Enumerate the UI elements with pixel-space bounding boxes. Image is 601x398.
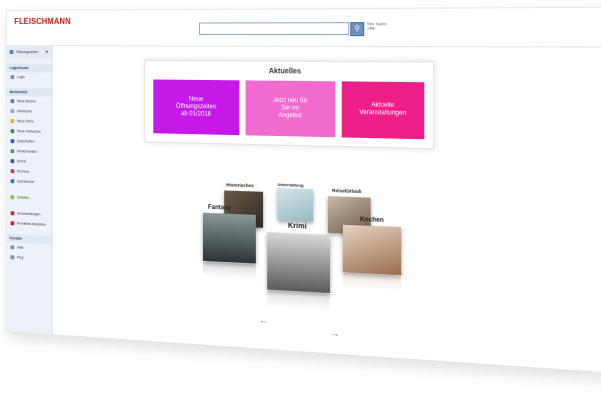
tile-veranstaltungen[interactable]: Aktuelle Veranstaltungen: [341, 81, 425, 140]
sidebar-item-label: Romane: [17, 169, 30, 174]
sidebar: Öffnungszeiten ▼ Login/Konto Login Medie…: [6, 45, 53, 335]
cover-kochen[interactable]: [342, 224, 402, 276]
cover-krimi[interactable]: [267, 232, 331, 293]
sidebar-item-label: Fernleihe Anmelden: [17, 221, 47, 227]
tile-neu-im-angebot[interactable]: Jetzt neu für Sie im Angebot: [245, 80, 336, 138]
carousel-label-historisches: Historisches: [226, 182, 254, 189]
sidebar-item-label: Krimis: [17, 159, 27, 164]
help-link[interactable]: Hilfe: [367, 26, 386, 30]
cover-unterhaltung[interactable]: [277, 188, 314, 222]
tile-label: Neue Öffnungszeiten ab 01/2018: [175, 95, 217, 118]
tile-label: Aktuelle Veranstaltungen: [359, 102, 407, 117]
sidebar-item-label: Neue Hörbücher: [17, 129, 41, 134]
tile-neue-oeffnungszeiten[interactable]: Neue Öffnungszeiten ab 01/2018: [153, 79, 240, 136]
cover-fantasy-reflection: [202, 261, 256, 280]
newspaper-icon: [10, 139, 15, 144]
arrow-left-icon[interactable]: ←: [259, 314, 268, 325]
tile-label: Jetzt neu für Sie im Angebot: [272, 97, 308, 119]
clock-icon: [9, 49, 14, 54]
cover-carousel: Historisches Unterhaltung Reise/Urlaub F…: [52, 45, 601, 339]
search-button[interactable]: ⚲: [350, 22, 365, 37]
sidebar-item-label: Hilfe: [17, 245, 24, 250]
user-icon: [10, 75, 15, 80]
sidebar-item-label: Zeitschriften: [17, 139, 35, 144]
question-icon: [10, 255, 15, 260]
cover-krimi-reflection: [267, 290, 331, 312]
calendar-icon: [10, 211, 15, 216]
sidebar-item-oeffnungszeiten[interactable]: Öffnungszeiten ▼: [6, 45, 52, 59]
film-icon: [10, 119, 15, 124]
main-content: Aktuelles Neue Öffnungszeiten ab 01/2018…: [52, 45, 601, 373]
sidebar-item-label: Sachbücher: [17, 179, 35, 184]
sidebar-item-login[interactable]: Login: [7, 72, 52, 82]
sidebar-item-label: Onleihe: [17, 195, 29, 200]
aktuelles-panel: Aktuelles Neue Öffnungszeiten ab 01/2018…: [144, 59, 435, 150]
sidebar-item-label: Veranstaltungen: [17, 211, 41, 217]
cd-icon: [10, 129, 15, 134]
heart-icon: [10, 169, 15, 174]
carousel-label-reise-urlaub: Reise/Urlaub: [332, 187, 362, 195]
arrow-right-icon[interactable]: →: [330, 327, 340, 338]
sidebar-item-label: Öffnungszeiten: [16, 49, 38, 54]
headphones-icon: [10, 109, 15, 114]
search-input[interactable]: [198, 22, 350, 36]
browser-page: FLEISCHMANN ⚲ Erw. Suche Hilfe Öffnungsz…: [6, 6, 601, 375]
search-options: Erw. Suche Hilfe: [367, 22, 386, 31]
transfer-icon: [10, 221, 15, 226]
carousel-label-unterhaltung: Unterhaltung: [277, 181, 304, 188]
sidebar-item-label: Login: [17, 75, 25, 80]
sidebar-item-label: Kindermedien: [17, 149, 38, 154]
carousel-label-fantasy: Fantasy: [208, 204, 231, 212]
aktuelles-title: Aktuelles: [268, 67, 302, 76]
sidebar-item-label: FAQ: [17, 255, 24, 260]
cover-kochen-reflection: [342, 273, 402, 292]
globe-icon: [10, 179, 15, 184]
sidebar-item-label: Neue Bücher: [17, 99, 37, 104]
sidebar-item-label: Hörbücher: [17, 109, 33, 114]
cover-fantasy[interactable]: [202, 212, 256, 264]
sidebar-item-faq[interactable]: FAQ: [7, 252, 52, 264]
magnifier-icon: [10, 159, 15, 164]
onleihe-icon: [10, 195, 15, 200]
carousel-label-krimi: Krimi: [287, 222, 307, 231]
chevron-down-icon[interactable]: ▼: [45, 49, 49, 54]
library-logo[interactable]: FLEISCHMANN: [14, 17, 70, 26]
carousel-label-kochen: Kochen: [359, 216, 384, 225]
book-icon: [10, 99, 15, 104]
child-icon: [10, 149, 15, 154]
sidebar-item-label: Neue Filme: [17, 119, 34, 124]
search-icon: ⚲: [354, 25, 361, 33]
header-bar: FLEISCHMANN ⚲ Erw. Suche Hilfe: [6, 7, 601, 48]
screenshot-stage: FLEISCHMANN ⚲ Erw. Suche Hilfe Öffnungsz…: [0, 0, 601, 398]
help-icon: [10, 245, 15, 250]
